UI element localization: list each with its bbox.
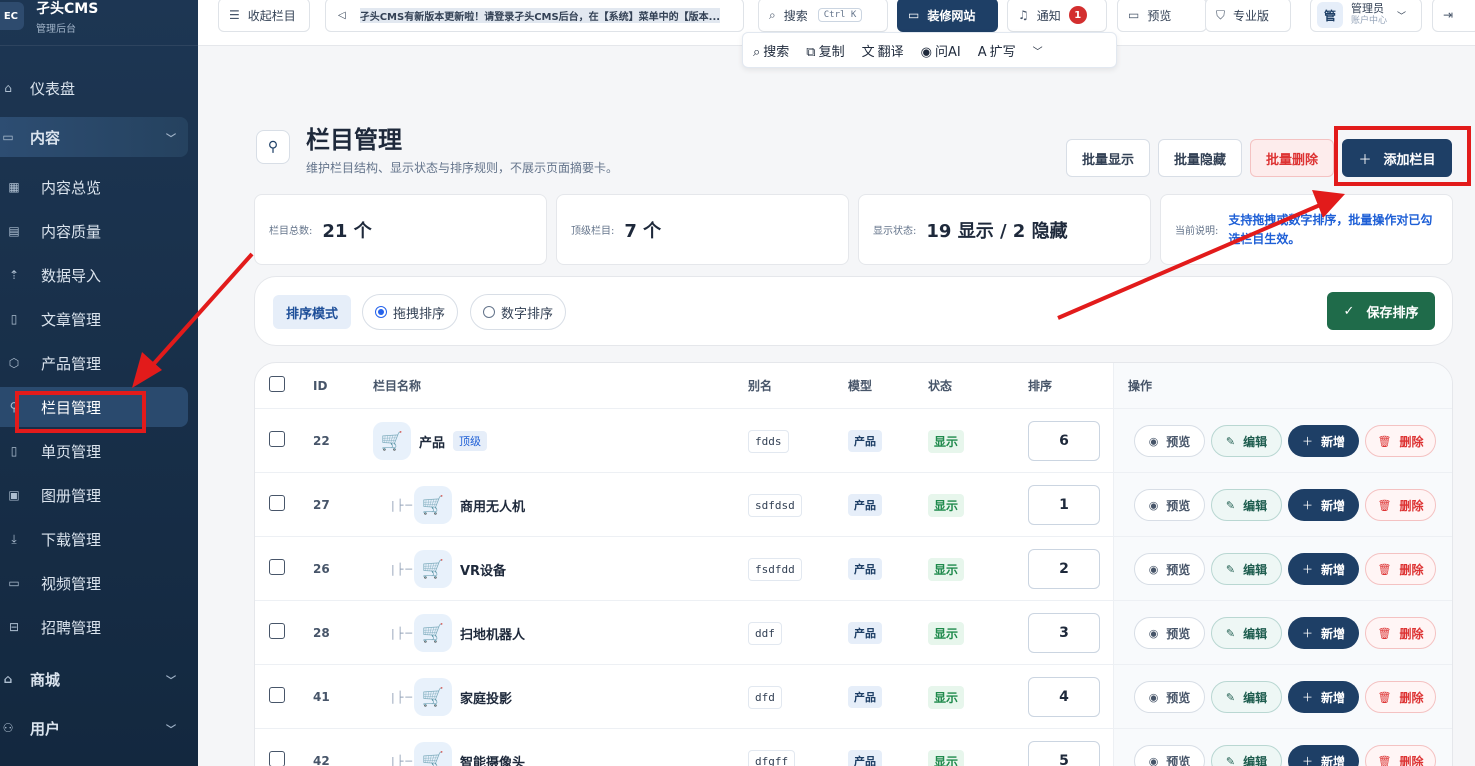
annotation-arrow-left [148, 252, 254, 370]
annotation-arrow-right [1057, 203, 1321, 320]
annotation-arrows [132, 190, 1345, 388]
annotation-arrowhead-right [1312, 190, 1345, 218]
